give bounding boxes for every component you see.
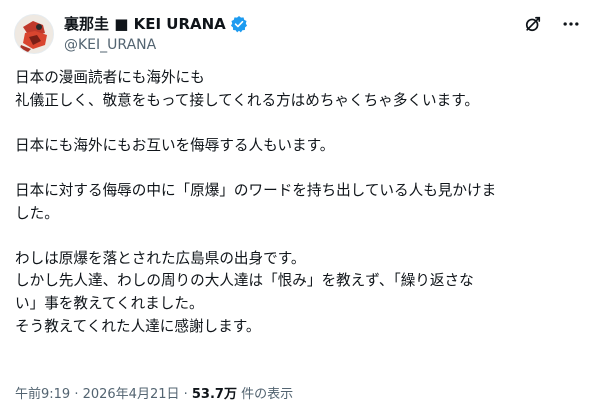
tweet-top-actions (523, 14, 581, 34)
tweet-paragraph: 日本に対する侮辱の中に「原爆」のワードを持ち出している人も見かけま した。 (15, 180, 575, 225)
tweet-meta: 午前9:19 · 2026年4月21日 · 53.7万 件の表示 (15, 386, 293, 404)
author-handle[interactable]: @KEI_URANA (64, 36, 156, 54)
tweet-card: 裏那圭 ■ KEI URANA @KEI_URANA 日本の漫画読者にも海外にも… (0, 0, 595, 419)
tweet-line: 礼儀正しく、敬意をもって接してくれる方はめちゃくちゃ多くいます。 (15, 91, 479, 109)
tweet-text: 日本の漫画読者にも海外にも 礼儀正しく、敬意をもって接してくれる方はめちゃくちゃ… (15, 67, 575, 361)
tweet-line: 日本に対する侮辱の中に「原爆」のワードを持ち出している人も見かけま (15, 181, 497, 199)
tweet-line: い」事を教えてくれました。 (15, 294, 204, 312)
views-label: 件の表示 (236, 387, 294, 402)
author-name-row[interactable]: 裏那圭 ■ KEI URANA (64, 14, 248, 34)
more-options-icon[interactable] (561, 14, 581, 34)
tweet-line: そう教えてくれた人達に感謝します。 (15, 317, 261, 335)
tweet-timestamp[interactable]: 午前9:19 · 2026年4月21日 · (15, 387, 192, 402)
grok-icon[interactable] (523, 14, 543, 34)
tweet-line: 日本にも海外にもお互いを侮辱する人もいます。 (15, 136, 335, 154)
tweet-paragraph: 日本の漫画読者にも海外にも 礼儀正しく、敬意をもって接してくれる方はめちゃくちゃ… (15, 67, 575, 112)
views-count: 53.7万 (191, 387, 237, 402)
verified-badge-icon (230, 15, 248, 33)
tweet-paragraph: わしは原爆を落とされた広島県の出身です。 しかし先人達、わしの周りの大人達は「恨… (15, 248, 575, 338)
author-avatar[interactable] (14, 14, 54, 54)
tweet-line: しかし先人達、わしの周りの大人達は「恨み」を教えず、「繰り返さな (15, 272, 474, 290)
tweet-line: 日本の漫画読者にも海外にも (15, 69, 205, 86)
avatar-image (15, 15, 53, 53)
tweet-paragraph: 日本にも海外にもお互いを侮辱する人もいます。 (15, 135, 575, 158)
author-display-name[interactable]: 裏那圭 ■ KEI URANA (64, 14, 226, 34)
tweet-line: した。 (15, 204, 59, 222)
tweet-line: わしは原爆を落とされた広島県の出身です。 (15, 249, 306, 267)
